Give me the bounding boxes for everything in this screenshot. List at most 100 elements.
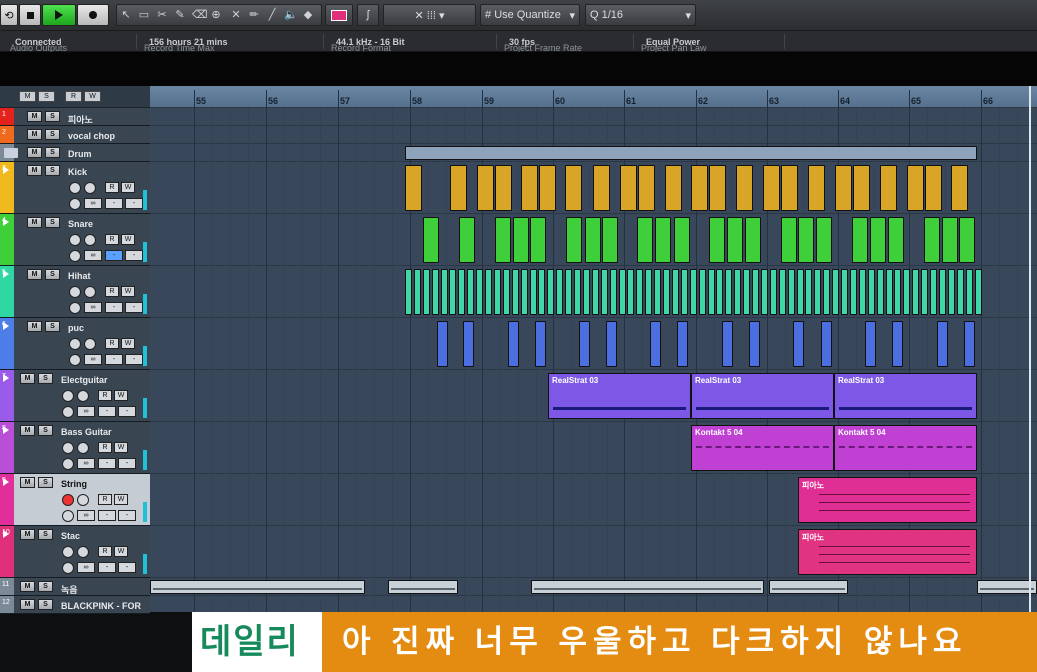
kick-event[interactable] (477, 165, 494, 211)
snare-event[interactable] (530, 217, 546, 263)
write-automation-button[interactable]: W (121, 234, 135, 245)
link-icon[interactable]: ∞ (84, 354, 102, 365)
hihat-event[interactable] (770, 269, 777, 315)
audio-event[interactable] (977, 580, 1037, 594)
puc-event[interactable] (606, 321, 617, 367)
hihat-event[interactable] (530, 269, 537, 315)
monitor-icon[interactable] (77, 442, 89, 454)
lane-icon[interactable]: - (105, 250, 123, 261)
hihat-event[interactable] (743, 269, 750, 315)
mute-button[interactable]: M (27, 269, 42, 280)
hihat-event[interactable] (476, 269, 483, 315)
hihat-event[interactable] (467, 269, 474, 315)
solo-button[interactable]: S (45, 165, 60, 176)
read-automation-button[interactable]: R (98, 390, 112, 401)
mute-button[interactable]: M (27, 217, 42, 228)
solo-button[interactable]: S (45, 269, 60, 280)
kick-event[interactable] (853, 165, 870, 211)
snare-event[interactable] (513, 217, 529, 263)
lane-icon[interactable]: - (105, 354, 123, 365)
inserts-icon[interactable]: - (125, 354, 143, 365)
hihat-event[interactable] (547, 269, 554, 315)
kick-event[interactable] (709, 165, 726, 211)
puc-event[interactable] (650, 321, 661, 367)
kick-event[interactable] (691, 165, 708, 211)
quantize-value-dropdown[interactable]: Q 1/16 ▾ (585, 4, 696, 26)
hihat-event[interactable] (930, 269, 937, 315)
hihat-event[interactable] (681, 269, 688, 315)
hihat-event[interactable] (601, 269, 608, 315)
link-icon[interactable]: ∞ (84, 250, 102, 261)
hihat-event[interactable] (823, 269, 830, 315)
hihat-event[interactable] (788, 269, 795, 315)
snare-event[interactable] (459, 217, 475, 263)
glue-tool-icon[interactable]: ✎ (174, 9, 186, 21)
hihat-event[interactable] (779, 269, 786, 315)
inserts-icon[interactable]: - (125, 302, 143, 313)
monitor-icon[interactable] (84, 182, 96, 194)
event-display[interactable]: RealStrat 03 RealStrat 03 RealStrat 03 Kont… (150, 108, 1037, 612)
track-header[interactable]: 1 M S 피아노 (0, 108, 150, 126)
snare-event[interactable] (655, 217, 671, 263)
midi-part-realstrat[interactable]: RealStrat 03 (834, 373, 977, 419)
hihat-event[interactable] (592, 269, 599, 315)
hihat-event[interactable] (619, 269, 626, 315)
hihat-event[interactable] (948, 269, 955, 315)
hihat-event[interactable] (538, 269, 545, 315)
puc-event[interactable] (937, 321, 948, 367)
hihat-event[interactable] (814, 269, 821, 315)
track-header[interactable]: 6 M Spuc R W ∞ - - (0, 318, 150, 370)
solo-button[interactable]: S (45, 321, 60, 332)
hihat-event[interactable] (672, 269, 679, 315)
read-automation-button[interactable]: R (98, 494, 112, 505)
snare-event[interactable] (585, 217, 601, 263)
hihat-event[interactable] (752, 269, 759, 315)
link-icon[interactable]: ∞ (77, 406, 95, 417)
link-icon[interactable]: ∞ (77, 510, 95, 521)
split-tool-icon[interactable]: ✂ (156, 9, 168, 21)
snare-event[interactable] (709, 217, 725, 263)
snare-event[interactable] (942, 217, 958, 263)
monitor-icon[interactable] (84, 286, 96, 298)
monitor-icon[interactable] (77, 546, 89, 558)
audio-event[interactable] (531, 580, 764, 594)
read-automation-button[interactable]: R (105, 338, 119, 349)
hihat-event[interactable] (494, 269, 501, 315)
snare-event[interactable] (852, 217, 868, 263)
range-tool-icon[interactable]: ▭ (138, 9, 150, 21)
audio-event[interactable] (388, 580, 458, 594)
color-tool-icon[interactable]: ◆ (302, 9, 314, 21)
erase-tool-icon[interactable]: ⌫ (192, 9, 208, 21)
track-header[interactable]: 11 M S 녹음 (0, 578, 150, 596)
kick-event[interactable] (539, 165, 556, 211)
kick-event[interactable] (593, 165, 610, 211)
kick-event[interactable] (781, 165, 798, 211)
puc-event[interactable] (964, 321, 975, 367)
solo-button[interactable]: S (38, 529, 53, 540)
kick-event[interactable] (405, 165, 422, 211)
ruler[interactable]: 55 56 57 58 59 60 61 62 63 64 65 66 (150, 86, 1037, 108)
snare-event[interactable] (816, 217, 832, 263)
solo-button[interactable]: S (45, 129, 60, 140)
puc-event[interactable] (749, 321, 760, 367)
mute-button[interactable]: M (27, 321, 42, 332)
kick-event[interactable] (925, 165, 942, 211)
midi-part-realstrat[interactable]: RealStrat 03 (548, 373, 691, 419)
record-enable-icon[interactable] (62, 390, 74, 402)
midi-part-piano[interactable]: 피아노 (798, 477, 977, 523)
kick-event[interactable] (665, 165, 682, 211)
kick-event[interactable] (521, 165, 538, 211)
hihat-event[interactable] (832, 269, 839, 315)
record-enable-icon[interactable] (62, 546, 74, 558)
track-header[interactable]: 2 M Svocal chop (0, 126, 150, 144)
hihat-event[interactable] (859, 269, 866, 315)
audio-event[interactable] (769, 580, 848, 594)
read-all-button[interactable]: R (65, 91, 82, 102)
puc-event[interactable] (463, 321, 474, 367)
hihat-event[interactable] (975, 269, 982, 315)
hihat-event[interactable] (797, 269, 804, 315)
hihat-event[interactable] (725, 269, 732, 315)
write-automation-button[interactable]: W (121, 338, 135, 349)
record-enable-icon[interactable] (69, 182, 81, 194)
record-enable-icon[interactable] (69, 338, 81, 350)
